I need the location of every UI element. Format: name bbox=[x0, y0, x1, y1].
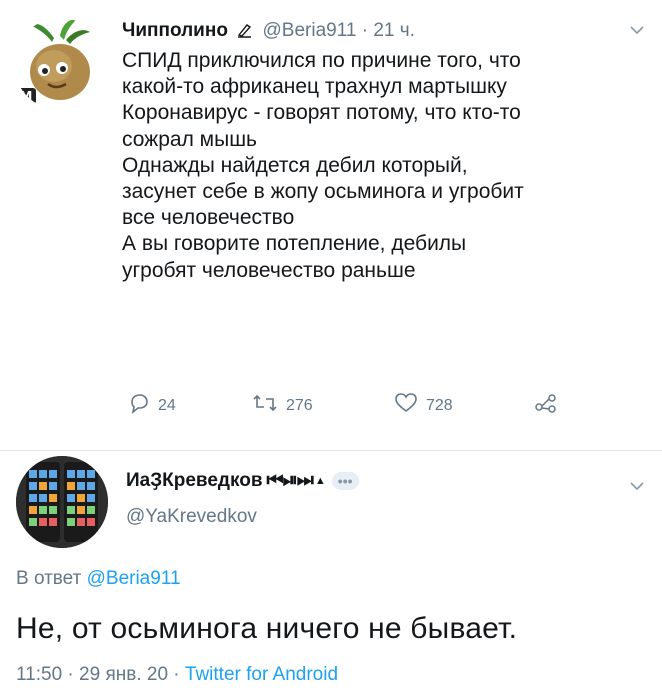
reply-mention-link[interactable]: @Beria911 bbox=[87, 568, 181, 589]
reply-time[interactable]: 11:50 bbox=[16, 664, 62, 685]
reply-to-line: В ответ @Beria911 bbox=[16, 568, 181, 590]
author-name[interactable]: ИаҘКреведков bbox=[126, 470, 263, 492]
tweet-line: СПИД приключился по причине того, что bbox=[122, 49, 521, 72]
retweet-icon bbox=[252, 392, 286, 419]
tweet-body: Чипполино @Beria911 · 21 ч. СПИД приключ… bbox=[122, 18, 642, 284]
separator: · bbox=[62, 664, 80, 685]
author-name-row: ИаҘКреведков ⏮⏯⏭ ▲ ••• bbox=[126, 470, 359, 492]
tweet-line: сожрал мышь bbox=[122, 127, 257, 151]
author-name-badge: ⏮⏯⏭ bbox=[266, 470, 314, 491]
like-icon bbox=[394, 392, 426, 419]
tweet-text: СПИД приключился по причине того, что ка… bbox=[122, 48, 642, 284]
onion-character-avatar-image: M bbox=[14, 18, 106, 110]
author-name[interactable]: Чипполино bbox=[122, 20, 228, 41]
avatar[interactable]: M bbox=[14, 18, 106, 110]
more-options-icon[interactable]: ••• bbox=[331, 472, 359, 490]
like-count: 728 bbox=[426, 396, 453, 414]
author-handle[interactable]: @Beria911 bbox=[263, 20, 357, 41]
tweet[interactable]: M Чипполино @Beria911 · 21 ч. СПИД прикл… bbox=[0, 0, 662, 450]
tweet-line: засунет себе в жопу осьминога и угробит bbox=[122, 180, 524, 204]
divider bbox=[0, 450, 662, 451]
share-button[interactable] bbox=[534, 392, 566, 419]
top-arrow-icon: ▲ bbox=[314, 475, 326, 487]
tweet-line: Коронавирус - говорят потому, что кто-то bbox=[122, 101, 521, 125]
retweet-button[interactable]: 276 bbox=[252, 392, 313, 419]
reply-footer: 11:50 · 29 янв. 20 · Twitter for Android bbox=[16, 664, 338, 686]
like-button[interactable]: 728 bbox=[394, 392, 453, 419]
avatar[interactable] bbox=[16, 456, 108, 548]
tweet-line: А вы говорите потепление, дебилы bbox=[122, 232, 467, 256]
tweet-line: угробят человечество раньше bbox=[122, 258, 416, 282]
chevron-down-icon[interactable] bbox=[630, 22, 644, 40]
share-icon bbox=[534, 392, 566, 419]
reply-icon bbox=[128, 392, 158, 419]
separator: · bbox=[168, 664, 185, 685]
separator: · bbox=[356, 20, 374, 41]
tweet-line: Однажды найдется дебил который, bbox=[122, 153, 468, 177]
retweet-count: 276 bbox=[286, 396, 313, 414]
tweet-line: какой-то африканец трахнул мартышку bbox=[122, 75, 507, 99]
source-link[interactable]: Twitter for Android bbox=[185, 664, 338, 685]
reply-text: Не, от осьминога ничего не бывает. bbox=[16, 612, 518, 645]
reply-button[interactable]: 24 bbox=[128, 392, 176, 419]
chevron-down-icon[interactable] bbox=[630, 478, 644, 496]
tweet-header: Чипполино @Beria911 · 21 ч. bbox=[122, 18, 642, 44]
tweet-time[interactable]: 21 ч. bbox=[373, 20, 415, 41]
phone-screenshot-avatar-image bbox=[16, 456, 108, 548]
tweet-actions: 24 276 728 bbox=[122, 392, 662, 420]
author-handle[interactable]: @YaKrevedkov bbox=[126, 506, 257, 528]
pencil-icon bbox=[237, 20, 258, 41]
svg-text:M: M bbox=[20, 90, 33, 105]
reply-prefix: В ответ bbox=[16, 568, 87, 589]
tweet-line: все человечество bbox=[122, 206, 295, 230]
reply-count: 24 bbox=[158, 396, 176, 414]
reply-date[interactable]: 29 янв. 20 bbox=[79, 664, 168, 685]
